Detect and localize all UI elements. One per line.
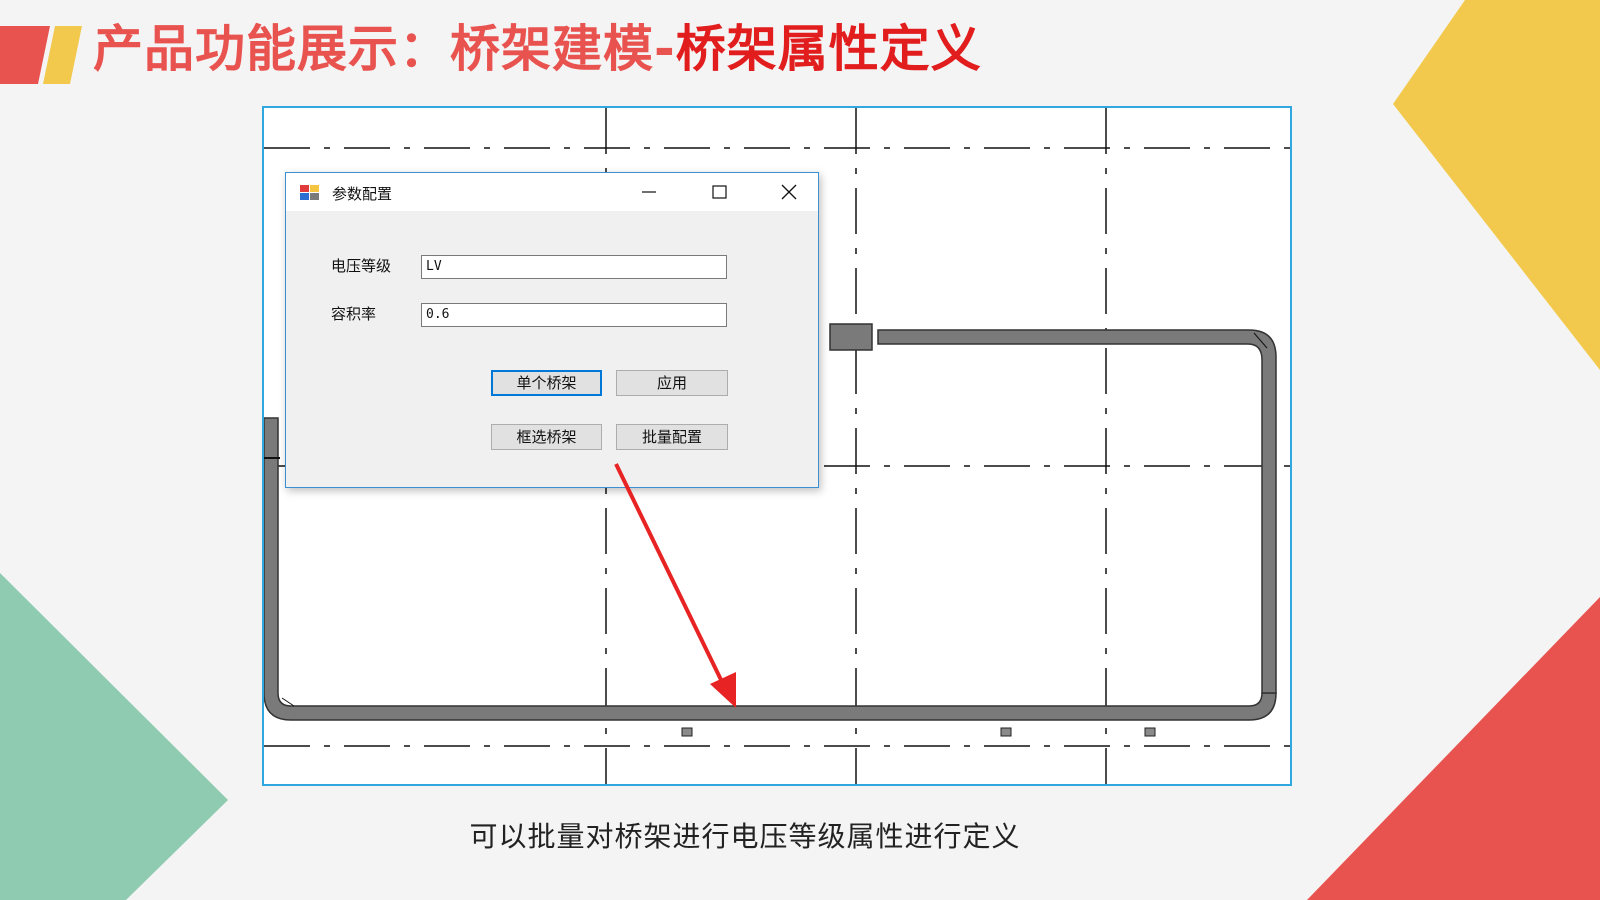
apply-button[interactable]: 应用 [616,370,728,396]
slide: 产品功能展示：桥架建模-桥架属性定义 参数配置 电压等级 LV 容积率 0.6 … [0,0,1600,900]
slide-caption: 可以批量对桥架进行电压等级属性进行定义 [469,820,1021,853]
support-markers [681,727,1156,737]
page-title: 产品功能展示：桥架建模-桥架属性定义 [93,16,982,82]
support-marker [1144,727,1156,737]
support-marker [681,727,693,737]
voltage-level-label: 电压等级 [331,257,392,275]
parameter-config-dialog[interactable]: 参数配置 电压等级 LV 容积率 0.6 单个桥架 应用 框选桥架 批量配置 [285,172,819,488]
maximize-button[interactable] [696,173,742,211]
title-marker-yellow [43,26,82,84]
support-marker [1000,727,1012,737]
minimize-button[interactable] [626,173,672,211]
cable-tray-top-right [877,329,1277,694]
single-tray-button[interactable]: 单个桥架 [491,370,602,396]
fill-ratio-input[interactable]: 0.6 [421,303,727,327]
box-select-tray-button[interactable]: 框选桥架 [491,424,602,450]
dialog-titlebar[interactable]: 参数配置 [286,173,818,211]
voltage-level-input[interactable]: LV [421,255,727,279]
title-part-2: 桥架属性定义 [675,20,982,78]
title-part-1: 产品功能展示：桥架建模- [93,20,676,78]
corner-yellow-shape [1393,0,1600,370]
title-marker-red [0,26,50,84]
batch-config-button[interactable]: 批量配置 [616,424,728,450]
close-button[interactable] [766,173,812,211]
app-icon [300,185,319,200]
maximize-icon [712,185,727,199]
fill-ratio-label: 容积率 [331,305,377,323]
dialog-title: 参数配置 [332,185,393,203]
minimize-icon [642,191,656,193]
close-icon [781,184,797,200]
tray-end-fitting [829,323,873,351]
